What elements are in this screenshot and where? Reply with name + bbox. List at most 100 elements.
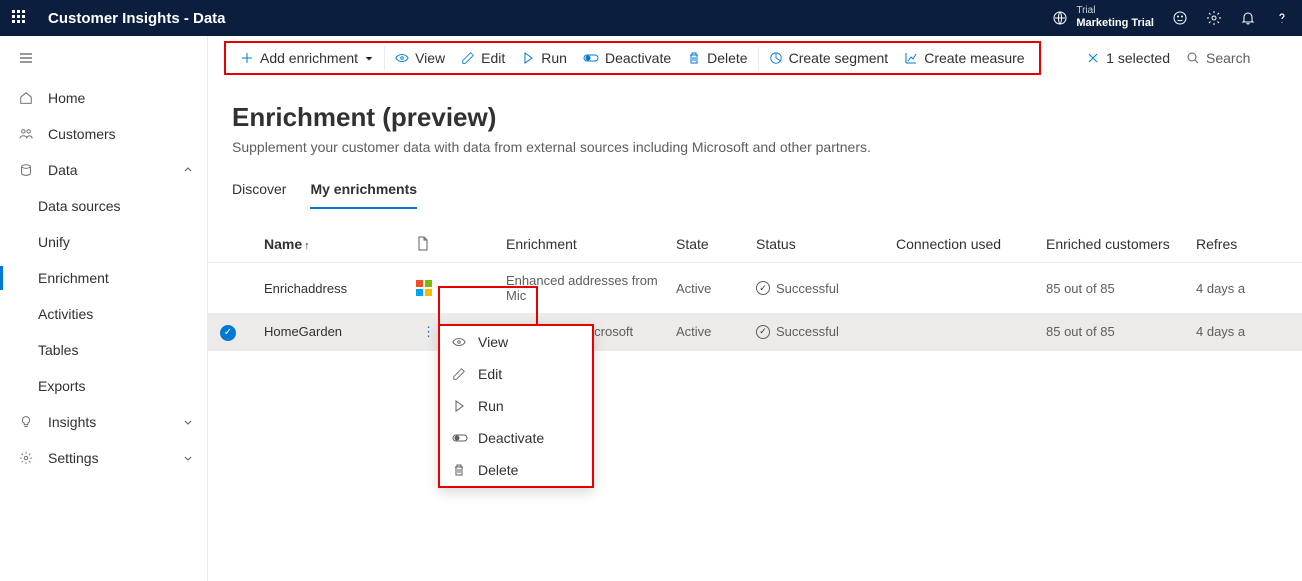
cell-name: HomeGarden [248,313,408,351]
deactivate-button[interactable]: Deactivate [575,46,679,70]
sidebar-item-unify[interactable]: Unify [0,224,207,260]
tab-discover[interactable]: Discover [232,181,286,209]
sidebar-item-customers[interactable]: Customers [0,116,207,152]
row-context-menu: View Edit Run Deactivate Delete [438,324,594,488]
col-refreshed[interactable]: Refres [1188,226,1302,263]
col-state[interactable]: State [668,226,748,263]
header-label: Enriched customers [1046,236,1170,252]
ctx-label: Run [478,398,504,414]
chevron-down-icon [364,53,374,63]
ctx-run[interactable]: Run [440,390,592,422]
sidebar-item-label: Tables [38,342,78,358]
sidebar-item-label: Unify [38,234,70,250]
app-launcher-icon[interactable] [12,10,28,26]
cell-provider [408,263,498,314]
search-input[interactable]: Search [1186,50,1286,66]
ctx-edit[interactable]: Edit [440,358,592,390]
sidebar-item-activities[interactable]: Activities [0,296,207,332]
row-checkbox[interactable]: ✓ [208,313,248,351]
sidebar-item-enrichment[interactable]: Enrichment [0,260,207,296]
insights-icon [18,414,34,430]
col-select [208,226,248,263]
tab-label: Discover [232,181,286,197]
row-checkbox[interactable] [208,263,248,314]
table-row[interactable]: ✓ HomeGarden ⋮ Brands from Microsoft Act… [208,313,1302,351]
cell-connection [888,313,1038,351]
tab-bar: Discover My enrichments [208,161,1302,210]
col-enrichment[interactable]: Enrichment [498,226,668,263]
search-icon [1186,51,1200,65]
ctx-view[interactable]: View [440,326,592,358]
ctx-deactivate[interactable]: Deactivate [440,422,592,454]
delete-button[interactable]: Delete [679,46,755,70]
smiley-icon[interactable] [1172,10,1188,26]
button-label: Add enrichment [260,50,358,66]
header-label: Status [756,236,796,252]
tab-my-enrichments[interactable]: My enrichments [310,181,417,209]
add-enrichment-button[interactable]: Add enrichment [232,46,382,70]
data-icon [18,162,34,178]
play-icon [452,399,468,413]
selection-count[interactable]: 1 selected [1086,50,1170,66]
create-measure-button[interactable]: Create measure [896,46,1032,70]
environment-picker[interactable]: Trial Marketing Trial [1052,5,1154,30]
chevron-down-icon [183,417,193,427]
sidebar-item-label: Data sources [38,198,120,214]
create-segment-button[interactable]: Create segment [761,46,897,70]
sidebar-item-label: Insights [48,414,96,430]
sidebar-item-label: Enrichment [38,270,109,286]
view-button[interactable]: View [387,46,453,70]
ctx-label: Delete [478,462,518,478]
ctx-delete[interactable]: Delete [440,454,592,486]
cell-status: ✓Successful [748,263,888,314]
sidebar-item-data[interactable]: Data [0,152,207,188]
button-label: Run [541,50,567,66]
sidebar-item-home[interactable]: Home [0,80,207,116]
close-icon[interactable] [1086,51,1100,65]
trial-label: Trial [1076,5,1154,17]
search-placeholder: Search [1206,50,1250,66]
help-icon[interactable] [1274,10,1290,26]
page-title: Enrichment (preview) [232,102,1278,133]
button-label: View [415,50,445,66]
play-icon [521,51,535,65]
cell-state: Active [668,263,748,314]
microsoft-logo-icon [416,280,432,296]
selection-count-label: 1 selected [1106,50,1170,66]
gear-icon[interactable] [1206,10,1222,26]
sidebar-item-label: Home [48,90,85,106]
sort-asc-icon: ↑ [304,240,310,252]
button-label: Edit [481,50,505,66]
app-title: Customer Insights - Data [48,10,226,27]
table-row[interactable]: Enrichaddress Enhanced addresses from Mi… [208,263,1302,314]
edit-button[interactable]: Edit [453,46,513,70]
sidebar-item-exports[interactable]: Exports [0,368,207,404]
bell-icon[interactable] [1240,10,1256,26]
col-connection[interactable]: Connection used [888,226,1038,263]
col-enriched[interactable]: Enriched customers [1038,226,1188,263]
sidebar-item-data-sources[interactable]: Data sources [0,188,207,224]
main-content: Add enrichment View Edit Run Deactivate [208,36,1302,581]
col-status[interactable]: Status [748,226,888,263]
run-button[interactable]: Run [513,46,575,70]
sidebar-item-insights[interactable]: Insights [0,404,207,440]
header-label: State [676,236,709,252]
toggle-icon [452,432,468,444]
sidebar-item-label: Customers [48,126,116,142]
app-header: Customer Insights - Data Trial Marketing… [0,0,1302,36]
col-name[interactable]: Name↑ [248,226,408,263]
checked-icon: ✓ [220,325,236,341]
cell-refreshed: 4 days a [1188,263,1302,314]
cell-connection [888,263,1038,314]
hamburger-button[interactable] [0,36,207,80]
sidebar-item-tables[interactable]: Tables [0,332,207,368]
button-label: Deactivate [605,50,671,66]
status-label: Successful [776,281,839,296]
sidebar: Home Customers Data Data sources Unify E… [0,36,208,581]
chevron-up-icon [183,165,193,175]
sidebar-item-settings[interactable]: Settings [0,440,207,476]
header-label: Connection used [896,236,1001,252]
pencil-icon [461,51,475,65]
sidebar-item-label: Exports [38,378,85,394]
segment-icon [769,51,783,65]
